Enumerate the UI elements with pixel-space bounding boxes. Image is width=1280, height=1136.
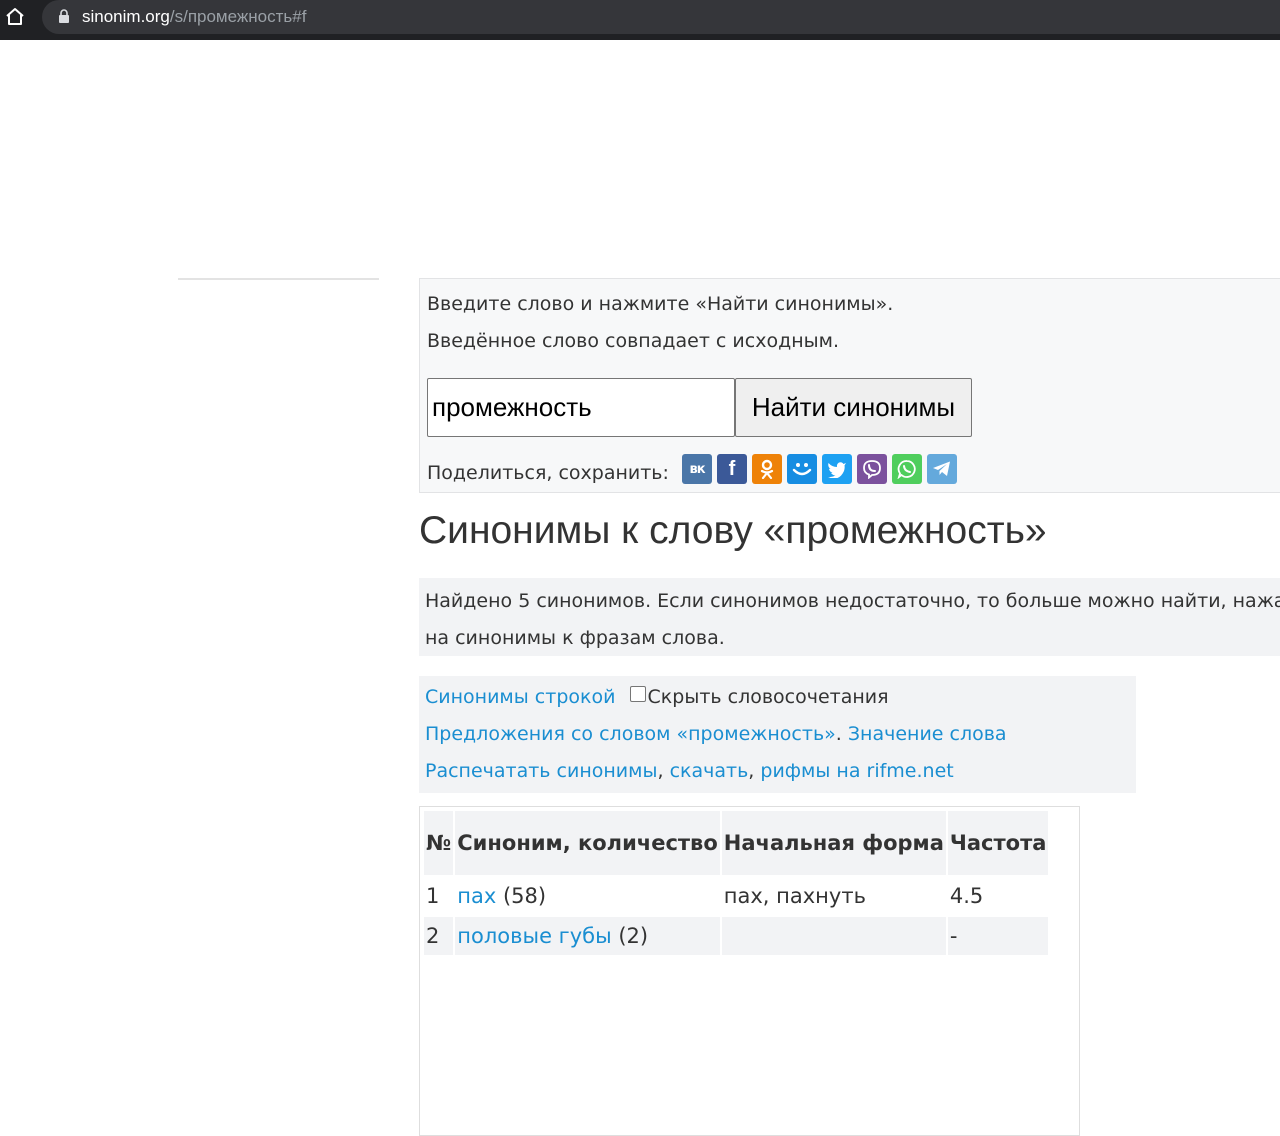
- share-facebook-icon[interactable]: f: [717, 454, 747, 484]
- share-twitter-icon[interactable]: [822, 454, 852, 484]
- table-header-row: № Синоним, количество Начальная форма Ча…: [424, 811, 1049, 875]
- found-summary: Найдено 5 синонимов. Если синонимов недо…: [419, 578, 1280, 656]
- url-text[interactable]: sinonim.org/s/промежность#f: [82, 6, 306, 28]
- search-hint: Введите слово и нажмите «Найти синонимы»…: [427, 293, 894, 315]
- found-text: Найдено 5 синонимов. Если синонимов недо…: [425, 590, 1280, 649]
- col-frequency-header[interactable]: Частота: [947, 811, 1049, 875]
- synonym-link[interactable]: пах: [457, 884, 496, 908]
- sentences-link[interactable]: Предложения со словом «промежность»: [425, 723, 836, 745]
- base-form-cell: пах, пахнуть: [723, 884, 866, 908]
- synonym-cell: пах (58): [455, 877, 720, 915]
- frequency-cell: -: [947, 917, 1049, 955]
- base-form-cell: [721, 917, 946, 955]
- synonyms-table: № Синоним, количество Начальная форма Ча…: [422, 809, 1050, 957]
- share-label: Поделиться, сохранить:: [427, 462, 669, 484]
- table-row: 1 пах (58) пах, пахнуть 4.5: [424, 877, 1048, 915]
- share-telegram-icon[interactable]: [927, 454, 957, 484]
- options-line-1: Синонимы строкой Скрыть словосочетания: [425, 686, 889, 708]
- synonym-count: (58): [502, 884, 547, 908]
- search-notice: Введённое слово совпадает с исходным.: [427, 330, 840, 352]
- separator: ,: [657, 760, 670, 782]
- url-path: /s/промежность#f: [169, 7, 307, 26]
- synonym-cell: половые губы (2): [455, 917, 720, 955]
- home-icon[interactable]: [4, 6, 26, 28]
- col-synonym-header[interactable]: Синоним, количество: [455, 811, 720, 875]
- address-bar[interactable]: sinonim.org/s/промежность#f: [42, 0, 1280, 34]
- synonym-link[interactable]: половые губы: [457, 924, 611, 948]
- synonyms-table-container: № Синоним, количество Начальная форма Ча…: [419, 806, 1080, 1136]
- separator: .: [835, 723, 848, 745]
- options-line-2: Предложения со словом «промежность». Зна…: [425, 723, 1007, 745]
- hide-phrases-checkbox[interactable]: [629, 686, 646, 702]
- share-odnoklassniki-icon[interactable]: [752, 454, 782, 484]
- separator: ,: [748, 760, 761, 782]
- row-number: 1: [426, 884, 440, 908]
- col-number-header[interactable]: №: [424, 811, 454, 875]
- options-panel: Синонимы строкой Скрыть словосочетания П…: [419, 676, 1136, 793]
- browser-toolbar: sinonim.org/s/промежность#f: [0, 0, 1280, 40]
- rhymes-link[interactable]: рифмы на rifme.net: [760, 760, 953, 782]
- meaning-link[interactable]: Значение слова: [848, 723, 1007, 745]
- search-input[interactable]: [427, 378, 735, 437]
- frequency-cell: 4.5: [949, 884, 984, 908]
- find-synonyms-button[interactable]: Найти синонимы: [735, 378, 972, 437]
- sidebar-divider: [178, 278, 379, 280]
- share-vk-icon[interactable]: вк: [682, 454, 712, 484]
- lock-icon: [59, 9, 69, 23]
- url-host: sinonim.org: [82, 7, 170, 26]
- search-panel: Введите слово и нажмите «Найти синонимы»…: [419, 278, 1280, 493]
- hide-phrases-label[interactable]: Скрыть словосочетания: [648, 686, 889, 708]
- row-number: 2: [424, 917, 454, 955]
- share-viber-icon[interactable]: [857, 454, 887, 484]
- table-row: 2 половые губы (2) -: [424, 917, 1049, 955]
- download-link[interactable]: скачать: [670, 760, 749, 782]
- options-line-3: Распечатать синонимы, скачать, рифмы на …: [425, 760, 954, 782]
- synonym-count: (2): [618, 924, 649, 948]
- share-buttons: вк f: [682, 454, 957, 484]
- print-link[interactable]: Распечатать синонимы: [425, 760, 658, 782]
- col-base-form-header[interactable]: Начальная форма: [721, 811, 946, 875]
- page-title: Синонимы к слову «промежность»: [419, 509, 1047, 552]
- share-whatsapp-icon[interactable]: [892, 454, 922, 484]
- share-moimir-icon[interactable]: [787, 454, 817, 484]
- synonyms-line-link[interactable]: Синонимы строкой: [425, 686, 615, 708]
